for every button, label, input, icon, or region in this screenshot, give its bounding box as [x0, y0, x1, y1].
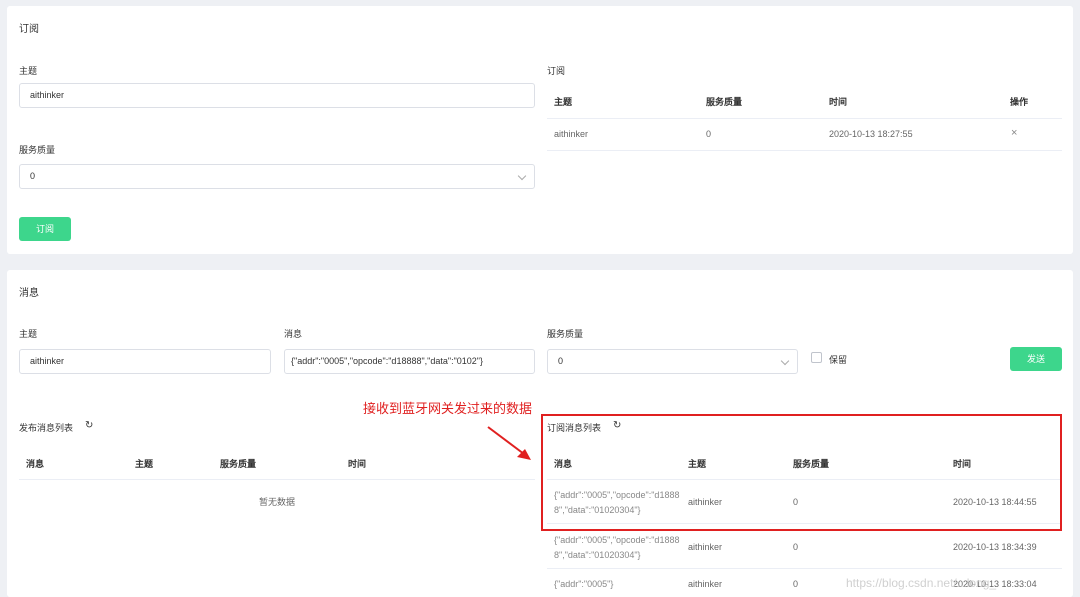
subscribe-topic-input[interactable]: aithinker — [19, 83, 535, 108]
message-content-label: 消息 — [284, 329, 303, 339]
received-row-divider — [547, 568, 1062, 569]
subscriptions-header-topic: 主题 — [554, 97, 573, 107]
published-header-time: 时间 — [348, 459, 367, 469]
received-row-message-line: 8","data":"01020304"} — [554, 550, 641, 560]
message-qos-select[interactable]: 0 — [547, 349, 798, 374]
received-row-qos: 0 — [793, 542, 799, 552]
subscriptions-header-divider — [547, 118, 1062, 119]
send-button[interactable]: 发送 — [1010, 347, 1062, 371]
annotation-arrow — [487, 426, 531, 460]
published-header-divider — [19, 479, 535, 480]
published-list-title: 发布消息列表 — [19, 423, 74, 433]
published-header-topic: 主题 — [135, 459, 154, 469]
published-empty-text: 暂无数据 — [259, 497, 296, 507]
subscribe-card: 订阅 主题 aithinker 服务质量 0 订阅 订阅 主题 服务质量 时间 … — [7, 6, 1073, 254]
subscribe-card-title: 订阅 — [19, 24, 39, 35]
chevron-down-icon — [780, 356, 790, 366]
topic-label: 主题 — [19, 66, 38, 76]
subscription-row-qos: 0 — [706, 129, 712, 139]
subscriptions-header-action: 操作 — [1010, 97, 1029, 107]
retain-label: 保留 — [829, 355, 848, 365]
chevron-down-icon — [517, 171, 527, 181]
received-row-time: 2020-10-13 18:34:39 — [953, 542, 1037, 552]
subscription-row-topic: aithinker — [554, 129, 589, 139]
refresh-icon[interactable]: ↻ — [85, 420, 93, 431]
message-qos-label: 服务质量 — [547, 329, 584, 339]
subscribe-qos-select[interactable]: 0 — [19, 164, 535, 189]
annotation-text: 接收到蓝牙网关发过来的数据 — [363, 401, 533, 416]
subscription-row-divider — [547, 150, 1062, 151]
close-icon[interactable]: × — [1011, 127, 1017, 139]
subscriptions-header-qos: 服务质量 — [706, 97, 743, 107]
received-row-message: {"addr":"0005"} — [554, 579, 614, 589]
watermark: https://blog.csdn.net/...long_ — [846, 576, 997, 590]
received-row-message: {"addr":"0005","opcode":"d1888 8","data"… — [554, 533, 679, 563]
subscriptions-title: 订阅 — [547, 66, 566, 76]
message-qos-value: 0 — [558, 356, 564, 366]
published-header-qos: 服务质量 — [220, 459, 257, 469]
qos-label: 服务质量 — [19, 145, 56, 155]
subscribe-button[interactable]: 订阅 — [19, 217, 71, 241]
message-topic-label: 主题 — [19, 329, 38, 339]
message-card-title: 消息 — [19, 288, 39, 299]
message-topic-input[interactable]: aithinker — [19, 349, 271, 374]
received-row-message-line: {"addr":"0005","opcode":"d1888 — [554, 535, 680, 545]
subscribe-qos-value: 0 — [30, 171, 36, 181]
received-row-qos: 0 — [793, 579, 799, 589]
retain-checkbox[interactable] — [811, 352, 822, 363]
received-row-topic: aithinker — [688, 579, 723, 589]
message-content-input[interactable]: {"addr":"0005","opcode":"d18888","data":… — [284, 349, 535, 374]
annotation-highlight-box — [541, 414, 1062, 531]
subscription-row-time: 2020-10-13 18:27:55 — [829, 129, 913, 139]
subscriptions-header-time: 时间 — [829, 97, 848, 107]
received-row-topic: aithinker — [688, 542, 723, 552]
published-header-message: 消息 — [26, 459, 45, 469]
